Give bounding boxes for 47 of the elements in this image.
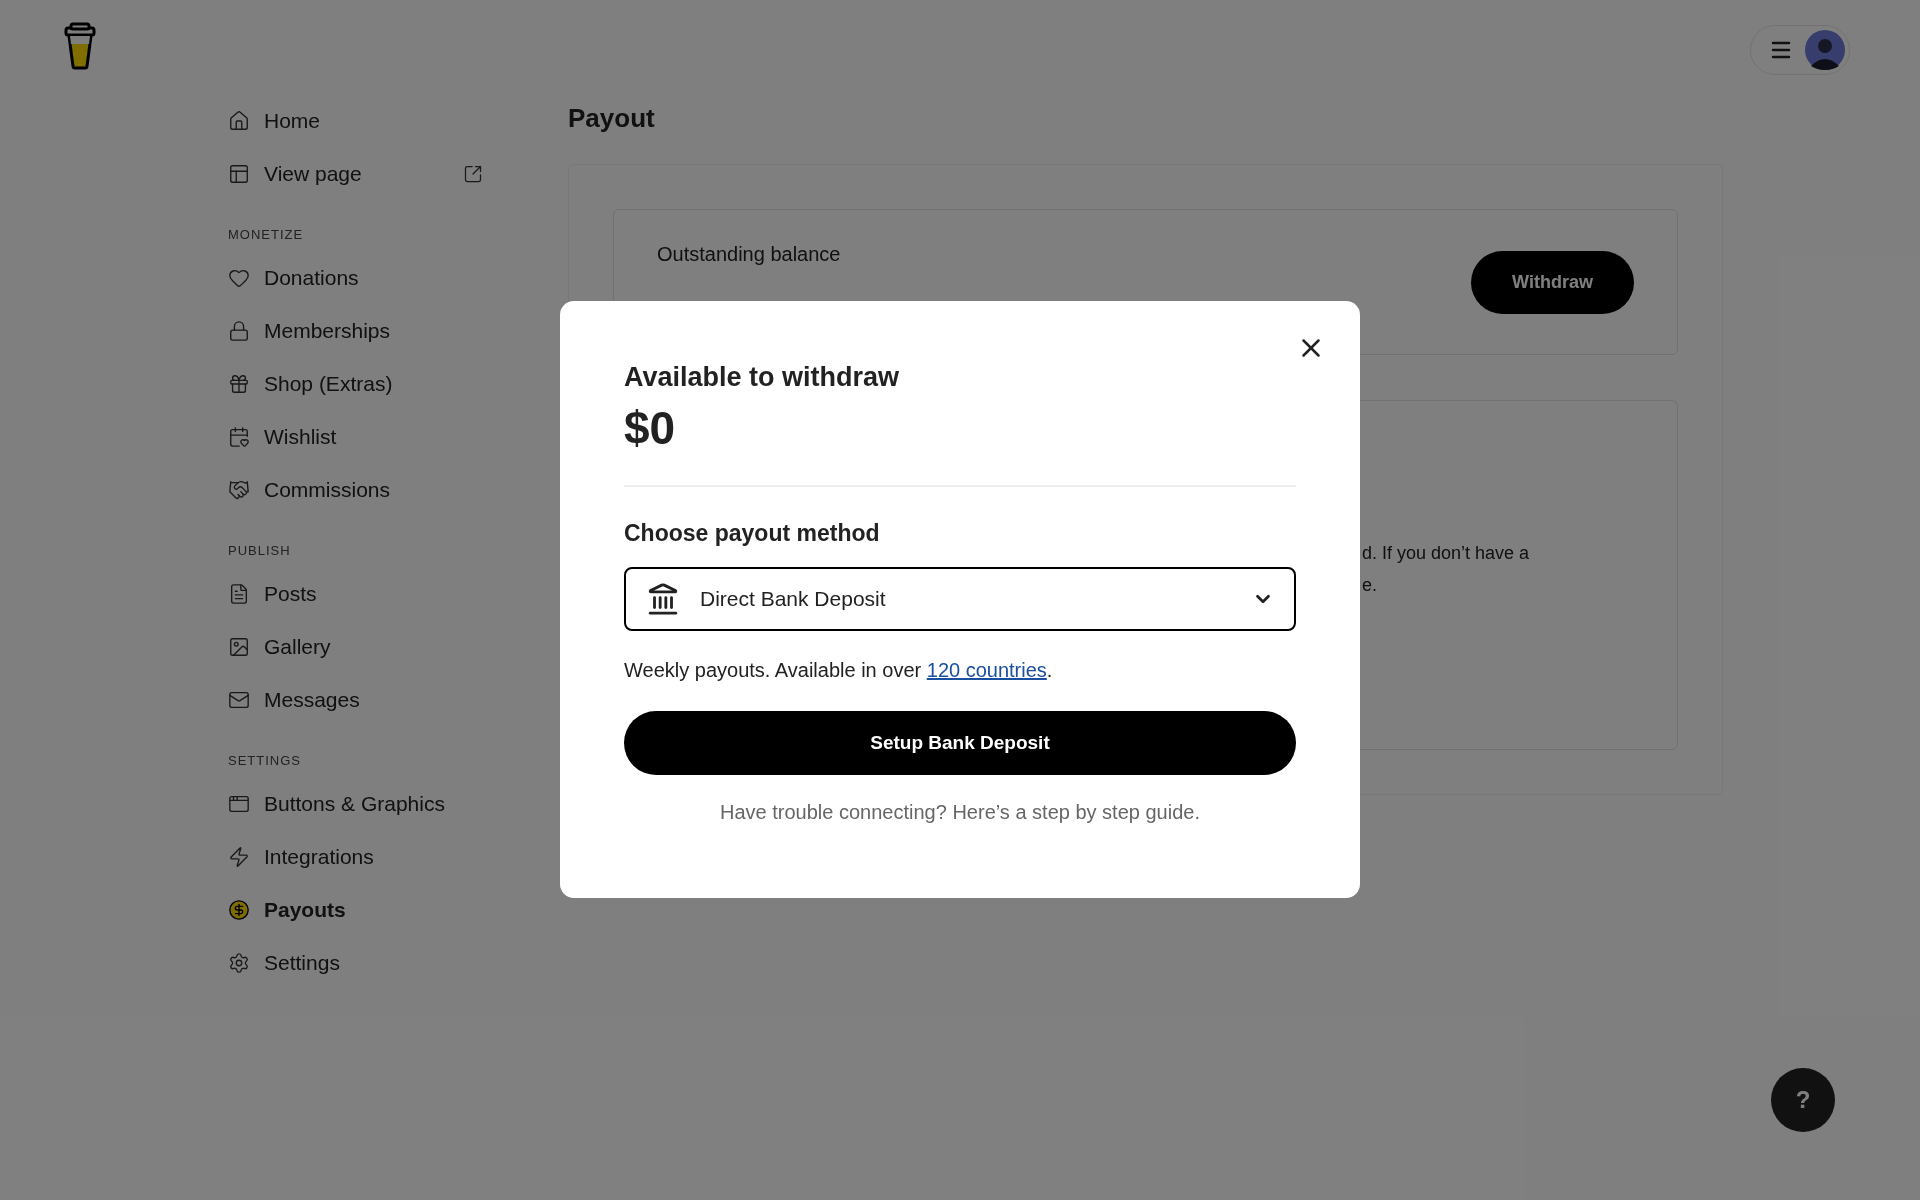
- countries-link[interactable]: 120 countries: [926, 659, 1047, 681]
- payout-method-select[interactable]: Direct Bank Deposit: [624, 567, 1296, 631]
- available-amount: $0: [624, 401, 677, 455]
- help-button[interactable]: ?: [1771, 1068, 1835, 1132]
- bank-icon: [646, 582, 680, 616]
- nav-icon: [228, 319, 250, 342]
- nav-icon: [228, 109, 250, 132]
- nav-icon: [228, 845, 250, 868]
- nav-icon: [228, 898, 250, 921]
- info-text: d. If you don’t have a: [1362, 542, 1531, 565]
- sidebar-item[interactable]: Wishlist: [228, 420, 337, 453]
- payout-note: Weekly payouts. Available in over 120 countries.: [624, 658, 1054, 683]
- nav-icon: [228, 425, 250, 448]
- sidebar-item[interactable]: Posts: [228, 577, 317, 610]
- external-link-icon[interactable]: [463, 163, 483, 184]
- avatar: [1805, 30, 1845, 70]
- section-heading: MONETIZE: [228, 225, 304, 244]
- sidebar-item[interactable]: Payouts: [228, 893, 346, 926]
- sidebar-item[interactable]: Gallery: [228, 630, 331, 663]
- section-heading: SETTINGS: [228, 751, 301, 770]
- method-heading: Choose payout method: [624, 519, 881, 548]
- sidebar-item[interactable]: Integrations: [228, 840, 374, 873]
- sidebar-item[interactable]: Settings: [228, 946, 340, 979]
- nav-icon: [228, 162, 250, 185]
- account-menu-button[interactable]: [1750, 25, 1850, 75]
- sidebar-item[interactable]: Home: [228, 104, 321, 137]
- sidebar-item[interactable]: Memberships: [228, 314, 391, 347]
- nav-icon: [228, 372, 250, 395]
- sidebar-item[interactable]: View page: [228, 157, 362, 190]
- nav-icon: [228, 635, 250, 658]
- balance-label: Outstanding balance: [657, 242, 841, 267]
- withdraw-button[interactable]: Withdraw: [1471, 250, 1634, 314]
- sidebar-item[interactable]: Donations: [228, 261, 359, 294]
- info-text: e.: [1362, 574, 1378, 597]
- sidebar-item[interactable]: Shop (Extras): [228, 367, 393, 400]
- sidebar-item[interactable]: Buttons & Graphics: [228, 787, 445, 820]
- dialog-title: Available to withdraw: [624, 361, 901, 394]
- sidebar-item[interactable]: Messages: [228, 683, 360, 716]
- nav-icon: [228, 478, 250, 501]
- cup-logo-icon[interactable]: [63, 22, 97, 70]
- section-heading: PUBLISH: [228, 541, 291, 560]
- setup-bank-deposit-button[interactable]: Setup Bank Deposit: [624, 711, 1296, 775]
- guide-text[interactable]: Have trouble connecting? Here’s a step by step guide.: [624, 797, 1296, 827]
- sidebar-item[interactable]: Commissions: [228, 473, 391, 506]
- nav-icon: [228, 951, 250, 974]
- page-title: Payout: [568, 102, 656, 135]
- nav-icon: [228, 582, 250, 605]
